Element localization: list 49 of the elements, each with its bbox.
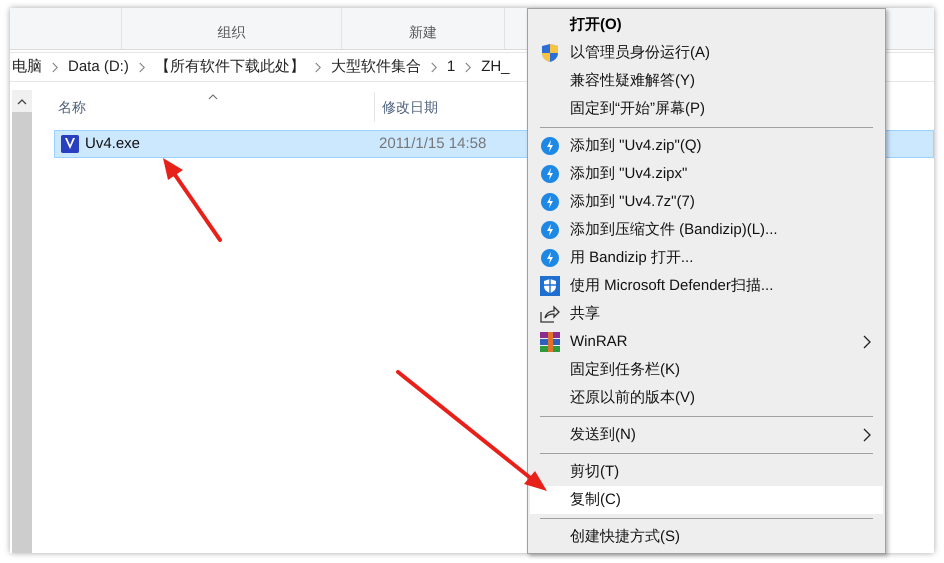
books-icon: [540, 332, 560, 352]
shield-icon: [540, 276, 560, 296]
menu-item[interactable]: 共享: [530, 300, 883, 328]
menu-item[interactable]: 固定到任务栏(K): [530, 356, 883, 384]
ribbon-group-label: 新建: [409, 23, 437, 42]
share-icon: [540, 305, 560, 323]
menu-item[interactable]: 用 Bandizip 打开...: [530, 244, 883, 272]
breadcrumb-item[interactable]: ZH_: [479, 56, 512, 78]
menu-item[interactable]: 添加到 "Uv4.zipx": [530, 160, 883, 188]
scroll-up-icon[interactable]: [17, 99, 27, 105]
breadcrumb-item[interactable]: Data (D:): [66, 56, 131, 78]
lightning-icon: [541, 165, 559, 183]
breadcrumb-item[interactable]: 大型软件集合: [328, 56, 423, 78]
column-header[interactable]: 名称: [54, 96, 374, 118]
chevron-right-icon: [430, 62, 437, 72]
breadcrumb-item[interactable]: 电脑: [10, 56, 44, 78]
chevron-right-icon: [863, 335, 871, 349]
lightning-icon: [541, 221, 559, 239]
menu-item[interactable]: 还原以前的版本(V): [530, 384, 883, 412]
chevron-right-icon: [52, 62, 58, 72]
lightning-icon: [541, 137, 559, 155]
menu-item[interactable]: 复制(C): [530, 486, 883, 514]
menu-item[interactable]: 以管理员身份运行(A): [530, 39, 883, 67]
menu-item[interactable]: WinRAR: [530, 328, 883, 356]
ribbon-group-label: 组织: [218, 23, 246, 42]
breadcrumb-item[interactable]: 【所有软件下载此处】: [152, 56, 307, 78]
menu-item[interactable]: 固定到“开始”屏幕(P): [530, 95, 883, 123]
menu-item[interactable]: 创建快捷方式(S): [530, 523, 883, 551]
menu-item[interactable]: 添加到 "Uv4.7z"(7): [530, 188, 883, 216]
breadcrumb-item[interactable]: 1: [444, 56, 458, 78]
lightning-icon: [541, 249, 559, 267]
menu-item[interactable]: 兼容性疑难解答(Y): [530, 67, 883, 95]
chevron-right-icon: [465, 62, 472, 72]
menu-item[interactable]: 添加到 "Uv4.zip"(Q): [530, 132, 883, 160]
chevron-right-icon: [314, 62, 321, 72]
lightning-icon: [541, 193, 559, 211]
menu-item[interactable]: 剪切(T): [530, 458, 883, 486]
shield-icon: [541, 43, 559, 63]
menu-item[interactable]: 使用 Microsoft Defender扫描...: [530, 272, 883, 300]
menu-item[interactable]: 添加到压缩文件 (Bandizip)(L)...: [530, 216, 883, 244]
menu-item[interactable]: 发送到(N): [530, 421, 883, 449]
file-date: 2011/1/15 14:58: [379, 134, 486, 154]
sort-up-icon: [208, 94, 218, 100]
menu-item[interactable]: 打开(O): [530, 11, 883, 39]
chevron-right-icon: [138, 62, 145, 72]
file-name: Uv4.exe: [85, 134, 142, 154]
chevron-right-icon: [863, 428, 871, 442]
column-header[interactable]: 修改日期: [375, 96, 438, 118]
app-icon: [61, 135, 79, 153]
